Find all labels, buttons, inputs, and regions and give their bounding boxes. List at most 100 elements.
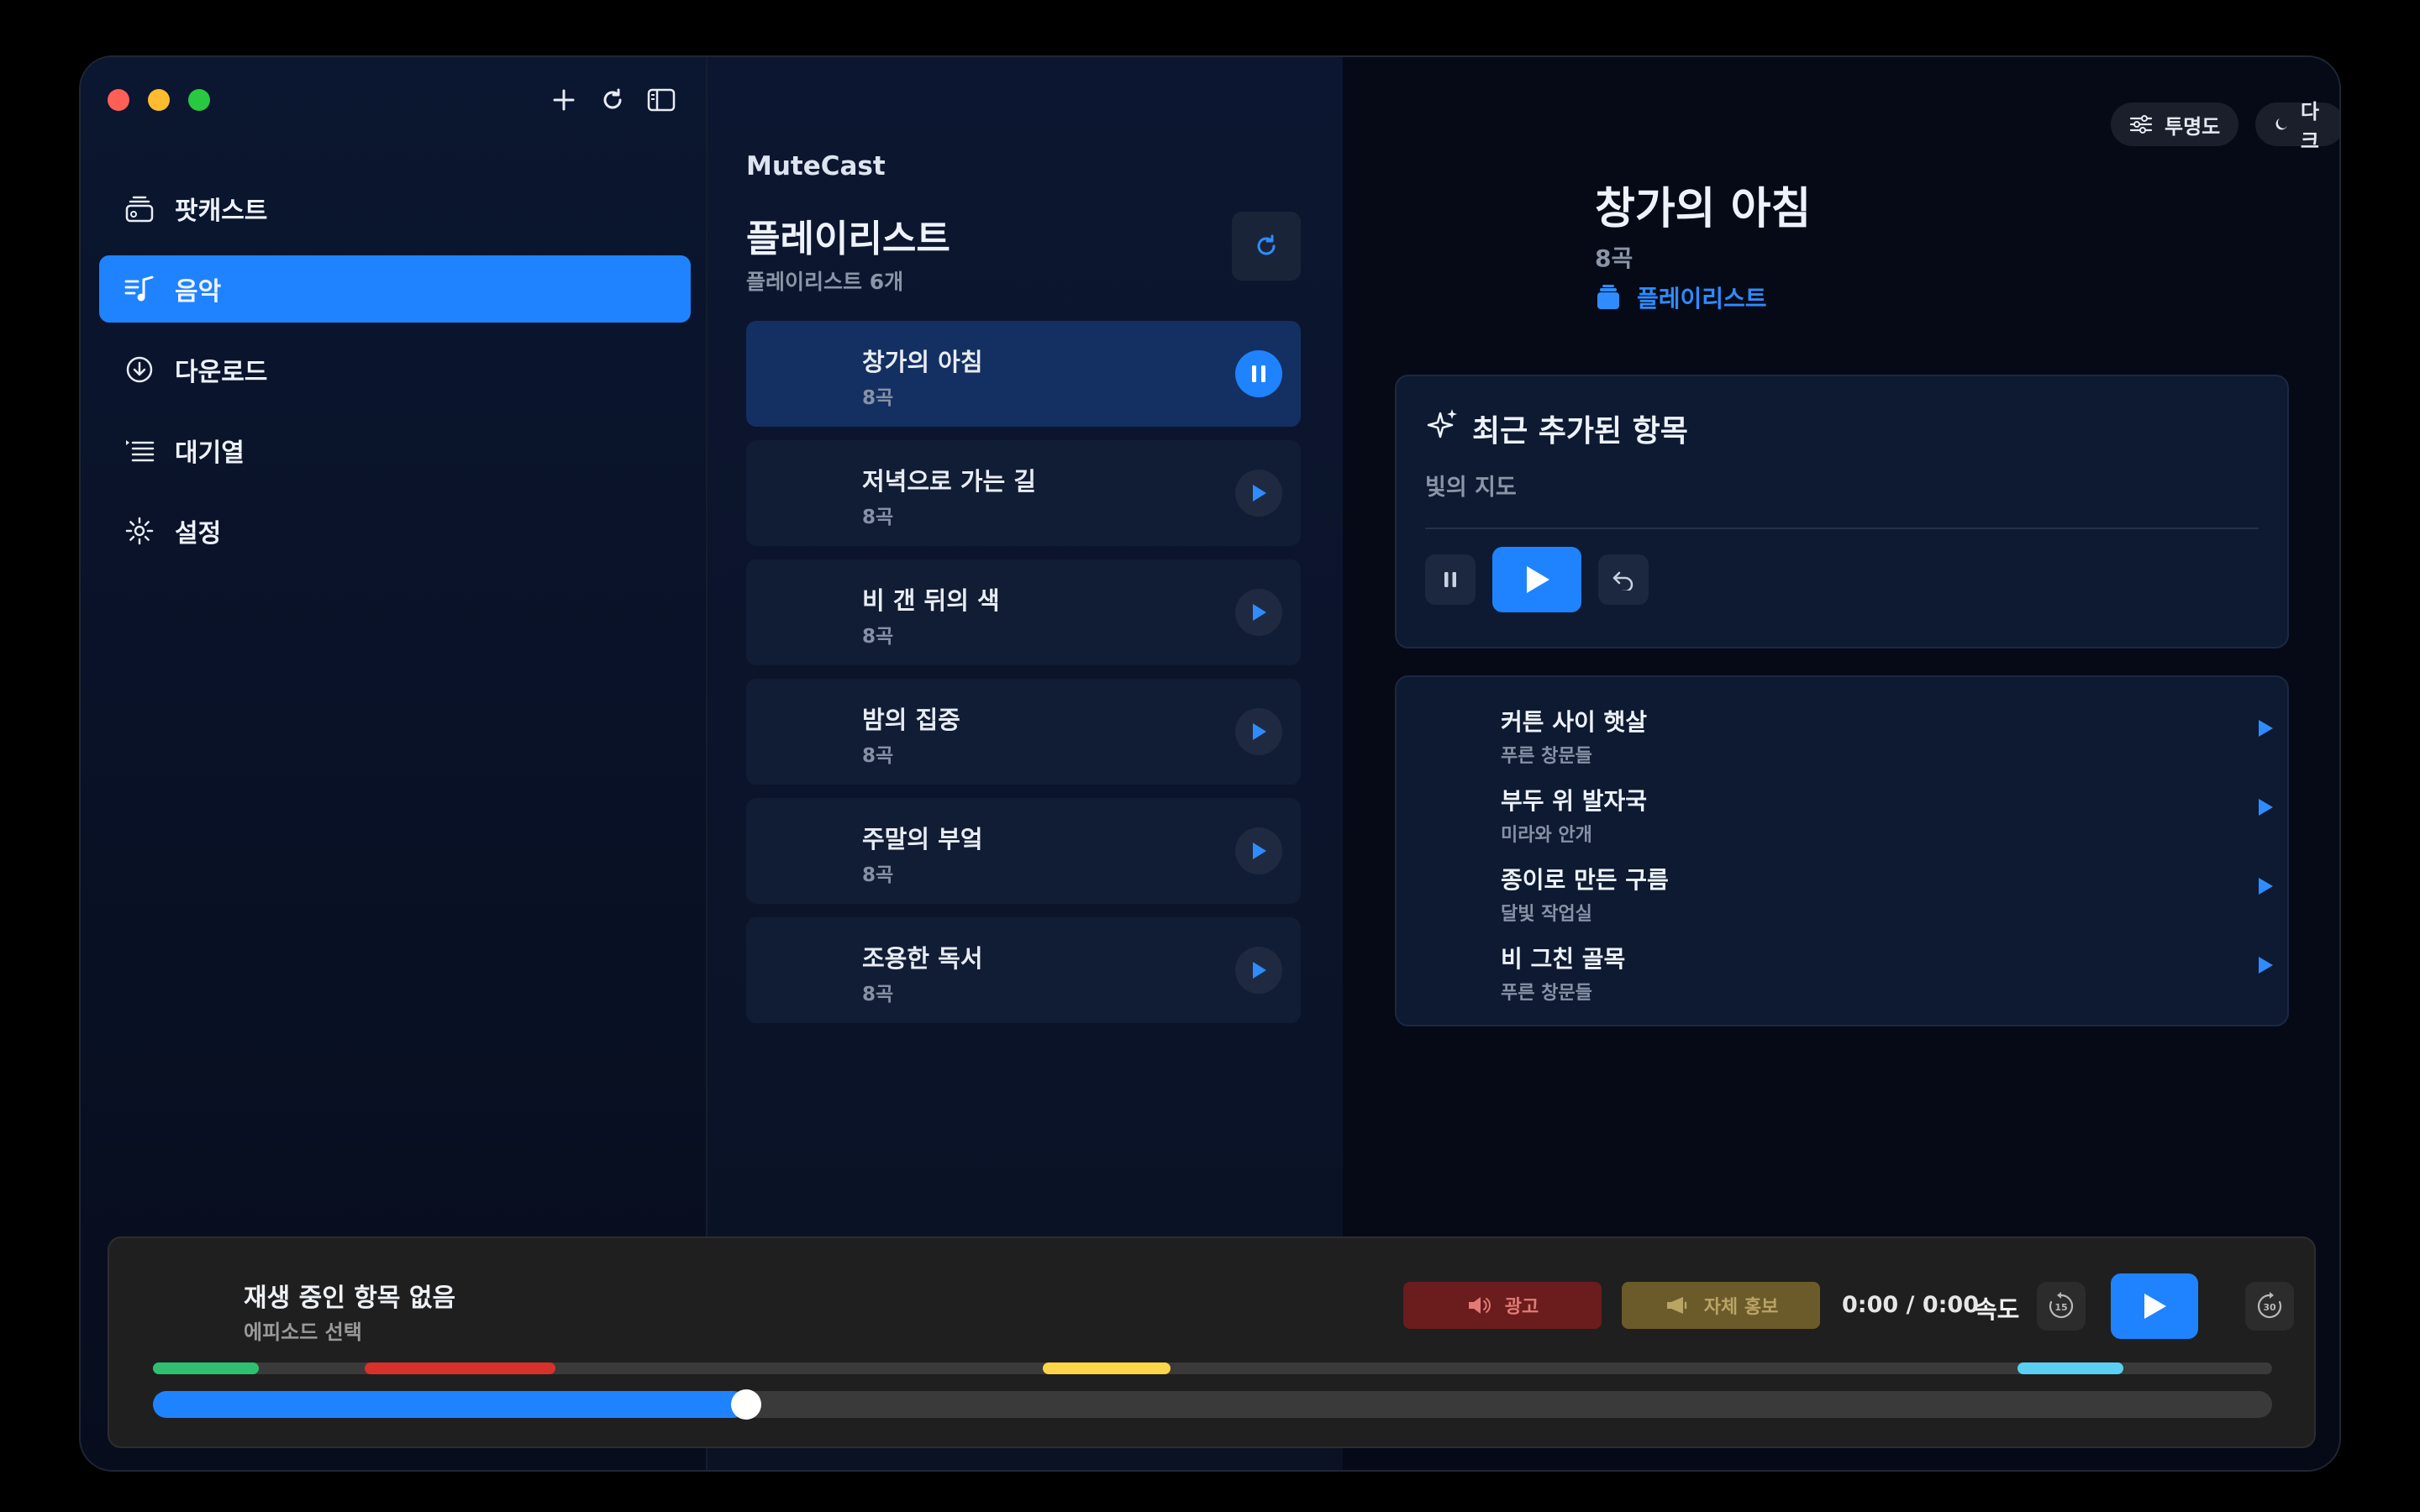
play-button[interactable] [1235,470,1282,517]
sidebar-item-label: 음악 [175,277,222,307]
zoom-window-button[interactable] [188,89,210,111]
refresh-icon[interactable] [597,84,629,116]
play-button[interactable] [1235,589,1282,636]
playlist-track-count: 8곡 [862,864,894,886]
sidebar-item-label: 대기열 [175,438,245,468]
playlist-card[interactable]: 주말의 부엌 8곡 [746,798,1301,904]
playlist-card[interactable]: 창가의 아침 8곡 [746,321,1301,427]
progress-knob[interactable] [731,1389,762,1420]
skip-back-button[interactable]: 15 [2037,1282,2086,1331]
list-item[interactable]: 비 그친 골목 푸른 창문들 [1501,941,2274,1008]
sidebar-nav: 팟캐스트 음악 다운로드 대기열 설정 [99,175,691,578]
minimize-window-button[interactable] [148,89,170,111]
sidebar-item-downloads[interactable]: 다운로드 [99,336,691,403]
player-bar: 재생 중인 항목 없음 에피소드 선택 광고 자체 홍보 0:00 / 0:00… [108,1236,2316,1448]
sidebar-item-music[interactable]: 음악 [99,255,691,323]
playlist-link[interactable]: 플레이리스트 [1595,281,1767,314]
add-icon[interactable] [548,84,580,116]
divider [1425,528,2259,529]
play-button[interactable] [1235,947,1282,994]
dark-mode-button[interactable]: 다크 [2255,100,2339,153]
progress-slider[interactable] [153,1389,2272,1420]
page-title: 플레이리스트 [746,218,950,260]
close-window-button[interactable] [108,89,129,111]
segment-marker [365,1362,556,1374]
dark-mode-label: 다크 [2300,100,2319,153]
sidebar-toggle-icon[interactable] [645,84,677,116]
refresh-icon [1257,234,1276,255]
sidebar-toolbar [548,84,677,116]
play-icon [2144,1294,2166,1319]
track-title: 종이로 만든 구름 [1501,866,1669,894]
ad-label: 광고 [1504,1297,1539,1318]
app-brand: MuteCast [746,151,886,181]
pause-button[interactable] [1425,554,1476,605]
playlist-track-count: 8곡 [862,626,894,648]
play-button[interactable] [1492,547,1581,612]
playlist-name: 비 갠 뒤의 색 [862,586,1000,615]
playlist-link-label: 플레이리스트 [1637,285,1767,312]
detail-track-count: 8곡 [1595,244,1634,272]
transparency-button[interactable]: 투명도 [2111,102,2239,146]
list-item[interactable]: 종이로 만든 구름 달빛 작업실 [1501,862,2274,929]
skip-forward-value: 30 [2263,1302,2276,1313]
play-icon[interactable] [2257,956,2274,974]
skip-back-value: 15 [2054,1302,2067,1313]
playlist-name: 저녁으로 가는 길 [862,467,1036,496]
playlist-card[interactable]: 조용한 독서 8곡 [746,917,1301,1023]
time-display: 0:00 / 0:00 [1842,1292,1979,1318]
sidebar-item-podcasts[interactable]: 팟캐스트 [99,175,691,242]
queue-icon [123,433,156,467]
play-icon [1253,843,1266,859]
segment-marker [2018,1362,2124,1374]
playlist-card[interactable]: 비 갠 뒤의 색 8곡 [746,559,1301,665]
segment-marker [153,1362,260,1374]
progress-fill [153,1391,747,1418]
download-icon [123,353,156,386]
moon-icon [2275,118,2287,130]
main-play-button[interactable] [2111,1273,2198,1339]
sidebar-item-settings[interactable]: 설정 [99,497,691,564]
pause-button[interactable] [1235,350,1282,397]
track-title: 부두 위 발자국 [1501,787,1648,815]
skip-back-15-icon: 15 [2049,1292,2074,1319]
playlist-name: 조용한 독서 [862,944,983,973]
sidebar-item-queue[interactable]: 대기열 [99,417,691,484]
ad-skip-button[interactable]: 광고 [1403,1282,1602,1329]
skip-forward-button[interactable]: 30 [2245,1282,2294,1331]
sidebar-item-label: 설정 [175,519,222,549]
speaker-icon [1468,1297,1491,1314]
promo-skip-button[interactable]: 자체 홍보 [1622,1282,1820,1329]
speed-button[interactable]: 속도 [1975,1290,2019,1326]
playlist-track-count: 8곡 [862,507,894,528]
play-button[interactable] [1235,827,1282,874]
track-artist: 푸른 창문들 [1501,746,1592,767]
undo-icon [1612,571,1634,591]
detail-title: 창가의 아침 [1595,184,1812,234]
gear-icon [123,514,156,548]
playlist-track-count: 8곡 [862,387,894,409]
playlist-card[interactable]: 밤의 집중 8곡 [746,679,1301,785]
playlist-card[interactable]: 저녁으로 가는 길 8곡 [746,440,1301,546]
segment-marker [1043,1362,1171,1374]
sparkle-icon [1427,409,1457,438]
playlist-name: 창가의 아침 [862,348,983,376]
section-title: 최근 추가된 항목 [1472,414,1688,449]
play-icon[interactable] [2257,877,2274,895]
play-icon[interactable] [2257,798,2274,816]
track-title: 커튼 사이 햇살 [1501,708,1648,736]
play-button[interactable] [1235,708,1282,755]
refresh-playlists-button[interactable] [1232,212,1301,281]
app-window: 팟캐스트 음악 다운로드 대기열 설정 MuteCast 플레이리스트 플레이리… [79,55,2341,1472]
pause-icon [1252,365,1265,382]
list-item[interactable]: 커튼 사이 햇살 푸른 창문들 [1501,704,2274,771]
transparency-label: 투명도 [2165,114,2221,139]
play-icon [1253,604,1266,621]
track-title: 비 그친 골목 [1501,945,1626,973]
recent-item-name: 빛의 지도 [1425,475,1517,501]
sliders-icon [2129,115,2153,134]
play-icon[interactable] [2257,719,2274,738]
list-item[interactable]: 부두 위 발자국 미라와 안개 [1501,783,2274,850]
undo-button[interactable] [1598,554,1649,605]
skip-forward-30-icon: 30 [2257,1292,2282,1319]
